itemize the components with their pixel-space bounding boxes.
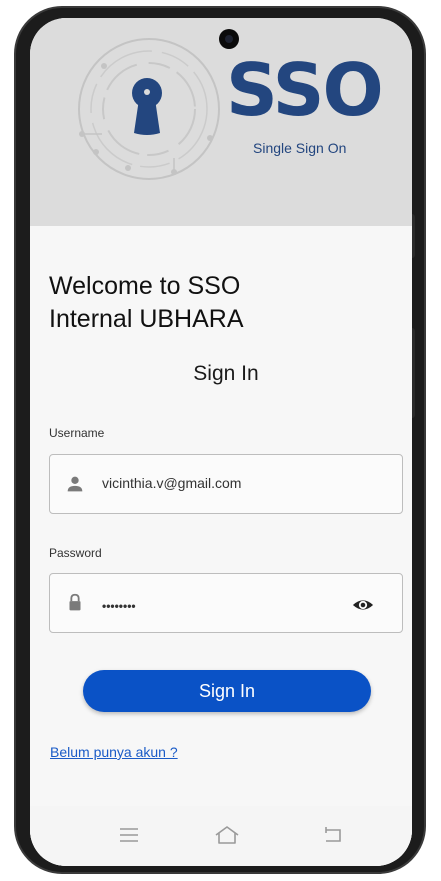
sign-in-button[interactable]: Sign In: [83, 670, 371, 712]
back-icon[interactable]: [320, 824, 346, 846]
username-value: vicinthia.v@gmail.com: [102, 475, 242, 491]
welcome-line-2: Internal UBHARA: [49, 304, 244, 333]
welcome-line-1: Welcome to SSO: [49, 272, 241, 300]
sso-header-banner: SSO Single Sign On: [30, 18, 412, 226]
register-link[interactable]: Belum punya akun ?: [50, 744, 178, 760]
lock-icon: [69, 593, 81, 611]
home-icon[interactable]: [214, 824, 240, 846]
password-label: Password: [49, 546, 102, 560]
login-content: Welcome to SSO Internal UBHARA Sign In U…: [30, 226, 412, 866]
menu-icon[interactable]: [116, 824, 142, 846]
eye-icon[interactable]: [352, 594, 374, 616]
username-field[interactable]: vicinthia.v@gmail.com: [49, 454, 403, 514]
password-field[interactable]: ••••••••: [49, 573, 403, 633]
phone-screen: SSO Single Sign On Welcome to SSO Intern…: [30, 18, 412, 866]
android-nav-bar: [30, 806, 412, 866]
welcome-title: Welcome to SSO Internal UBHARA: [49, 270, 379, 335]
person-icon: [67, 476, 83, 492]
sso-logo-subtitle: Single Sign On: [253, 140, 347, 156]
username-label: Username: [49, 426, 105, 440]
sso-logo-text: SSO: [226, 48, 384, 132]
front-camera: [219, 29, 239, 49]
keyhole-icon: [132, 78, 162, 135]
password-value: ••••••••: [102, 599, 136, 613]
sign-in-heading: Sign In: [193, 362, 259, 385]
